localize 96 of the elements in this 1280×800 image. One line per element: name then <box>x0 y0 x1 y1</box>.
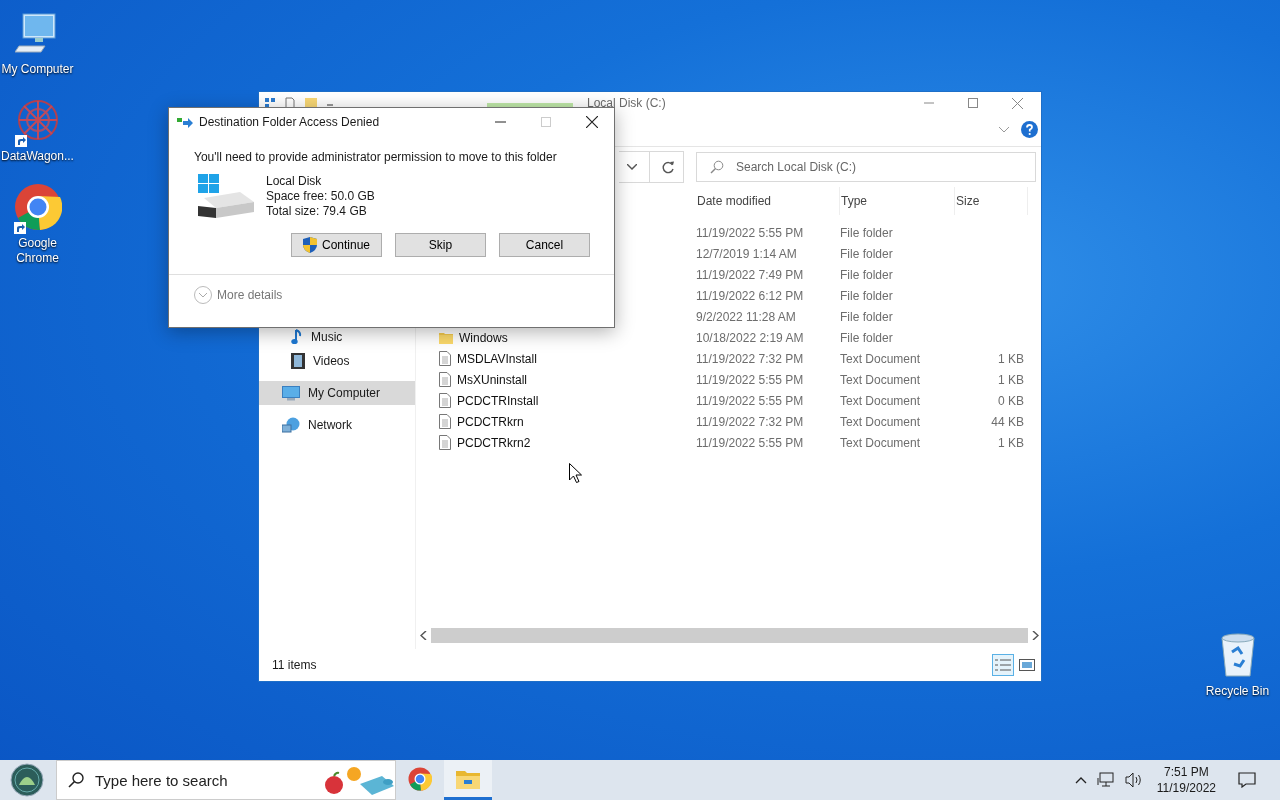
size-cell: 44 KB <box>991 414 1024 429</box>
date-cell-text: 11/19/2022 5:55 PM <box>696 393 805 408</box>
chrome-icon[interactable] <box>13 183 62 231</box>
move-icon <box>177 116 193 128</box>
maximize-icon[interactable] <box>968 98 978 108</box>
date-cell-text: 11/19/2022 5:55 PM <box>696 435 805 450</box>
type-cell-text: File folder <box>840 267 894 282</box>
drive-name: Local Disk <box>266 174 323 189</box>
chevron-up-icon[interactable] <box>1074 776 1087 784</box>
file-name[interactable]: PCDCTRInstall <box>457 393 539 408</box>
text-file-icon <box>439 414 451 429</box>
text-file-icon <box>439 393 451 408</box>
chrome-icon <box>408 766 432 791</box>
text-file-icon <box>439 351 451 366</box>
date-cell-text: 12/7/2019 1:14 AM <box>696 246 798 261</box>
search-icon <box>710 160 724 174</box>
desktop-icon-label[interactable]: My Computer <box>0 62 75 77</box>
refresh-icon[interactable] <box>662 160 675 174</box>
type-cell-text: File folder <box>840 288 894 303</box>
file-name[interactable]: PCDCTRkrn <box>457 414 524 429</box>
date-cell-text: 11/19/2022 7:32 PM <box>696 351 805 366</box>
file-name[interactable]: MSDLAVInstall <box>457 351 537 366</box>
nav-item[interactable]: Videos <box>259 349 415 373</box>
nav-item[interactable]: Network <box>259 413 415 437</box>
size-cell: 1 KB <box>998 372 1024 387</box>
mouse-cursor-icon <box>569 463 582 483</box>
type-cell-text: File folder <box>840 246 894 261</box>
dialog-button[interactable]: Continue <box>291 233 382 257</box>
text-file-icon <box>439 435 451 450</box>
notification-icon[interactable] <box>1238 772 1256 788</box>
type-cell-text: File folder <box>840 330 894 345</box>
column-header[interactable]: Size <box>955 187 1028 215</box>
window-title: Local Disk (C:) <box>587 96 667 110</box>
clock-date[interactable]: 11/19/2022 <box>1156 780 1216 796</box>
maximize-icon <box>541 117 551 127</box>
network-icon <box>282 417 300 433</box>
file-name[interactable]: Windows <box>459 330 508 345</box>
type-cell-text: Text Document <box>840 435 922 450</box>
drive-icon <box>196 174 256 218</box>
nav-item[interactable]: My Computer <box>259 381 415 405</box>
folder-icon <box>439 331 453 344</box>
desktop-icon-label[interactable]: DataWagon... <box>0 149 75 164</box>
date-cell-text: 10/18/2022 2:19 AM <box>696 330 805 345</box>
desktop-icon-label[interactable]: Google Chrome <box>0 236 75 266</box>
type-cell-text: File folder <box>840 225 894 240</box>
date-cell-text: 11/19/2022 7:49 PM <box>696 267 805 282</box>
dialog-button[interactable]: Cancel <box>499 233 590 257</box>
horizontal-scrollbar[interactable] <box>420 627 1039 643</box>
search-icon <box>68 772 84 788</box>
taskbar-search-field[interactable]: Type here to search <box>56 760 396 800</box>
film-icon <box>291 353 305 369</box>
drive-info-text: Total size: 79.4 GB <box>266 204 368 219</box>
file-name[interactable]: PCDCTRkrn2 <box>457 435 531 450</box>
item-count: 11 items <box>272 658 317 672</box>
desktop-icon-label[interactable]: Recycle Bin <box>1200 684 1275 699</box>
size-cell: 1 KB <box>998 351 1024 366</box>
computer-icon <box>282 385 300 401</box>
scroll-right-icon[interactable] <box>1032 630 1039 640</box>
type-cell-text: Text Document <box>840 414 922 429</box>
nav-item[interactable]: Music <box>259 325 415 349</box>
explorer-taskbar-button[interactable] <box>444 760 492 800</box>
file-name[interactable]: MsXUninstall <box>457 372 528 387</box>
date-cell-text: 11/19/2022 5:55 PM <box>696 225 805 240</box>
scroll-left-icon[interactable] <box>420 630 427 640</box>
date-cell-text: 9/2/2022 11:28 AM <box>696 309 797 324</box>
type-cell-text: Text Document <box>840 351 922 366</box>
volume-icon[interactable] <box>1124 772 1143 788</box>
music-note-icon <box>291 329 303 345</box>
chevron-circle-icon <box>194 286 212 304</box>
folder-icon <box>456 768 480 789</box>
help-icon[interactable] <box>1021 121 1038 138</box>
search-field[interactable]: Search Local Disk (C:) <box>696 152 1036 182</box>
chevron-down-icon[interactable] <box>627 164 637 170</box>
date-cell-text: 11/19/2022 5:55 PM <box>696 372 805 387</box>
column-header[interactable]: Date modified <box>696 187 840 215</box>
dialog-title: Destination Folder Access Denied <box>199 115 381 129</box>
size-cell: 1 KB <box>998 435 1024 450</box>
shield-icon <box>302 237 317 253</box>
type-cell-text: File folder <box>840 309 894 324</box>
close-icon[interactable] <box>586 116 598 128</box>
type-cell-text: Text Document <box>840 393 922 408</box>
more-details-button[interactable]: More details <box>194 286 283 304</box>
type-cell-text: Text Document <box>840 372 922 387</box>
size-cell: 0 KB <box>998 393 1024 408</box>
dialog-message: You'll need to provide administrator permission to move to this folder <box>193 149 558 164</box>
column-header[interactable]: Type <box>840 187 955 215</box>
date-cell-text: 11/19/2022 7:32 PM <box>696 414 805 429</box>
network-icon[interactable] <box>1096 772 1115 788</box>
page-icon[interactable] <box>284 97 296 109</box>
text-file-icon <box>439 372 451 387</box>
start-orb-icon[interactable] <box>10 763 44 797</box>
dialog-button[interactable]: Skip <box>395 233 486 257</box>
clock-time[interactable]: 7:51 PM <box>1164 764 1209 780</box>
date-cell-text: 11/19/2022 6:12 PM <box>696 288 805 303</box>
drive-info-text: Space free: 50.0 GB <box>266 189 375 204</box>
grid-icon[interactable] <box>265 98 275 108</box>
